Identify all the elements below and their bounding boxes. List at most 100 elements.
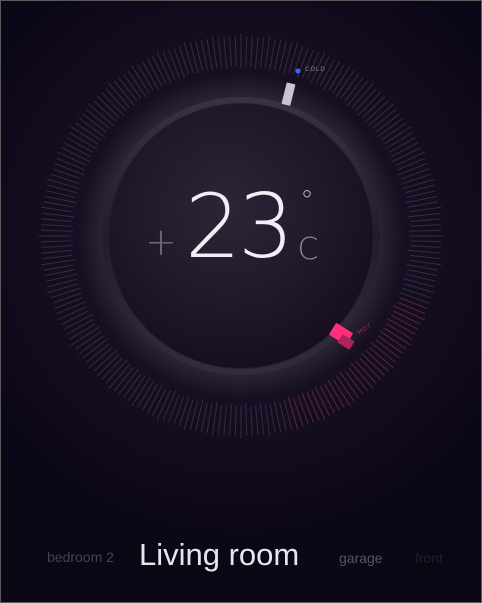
dial-tick: [234, 405, 237, 436]
dial-tick: [391, 147, 421, 163]
room-tab-living-room[interactable]: Living room: [139, 537, 299, 573]
dial-tick: [50, 173, 80, 184]
dial-tick: [223, 405, 227, 436]
dial-tick: [56, 157, 85, 171]
dial-tick: [388, 137, 416, 153]
dial-tick: [391, 314, 419, 330]
dial-tick: [408, 229, 441, 232]
dial-tick: [167, 394, 180, 423]
dial-tick: [311, 390, 326, 420]
dial-tick: [259, 37, 265, 68]
cold-label: COLD: [305, 67, 326, 73]
dial-tick: [402, 178, 435, 190]
dial-tick: [410, 224, 441, 227]
dial-tick: [61, 310, 89, 325]
dial-tick: [397, 162, 428, 176]
dial-tick: [402, 288, 432, 299]
dial-tick: [41, 245, 74, 248]
dial-tick: [324, 383, 340, 411]
dial-tick: [217, 404, 223, 435]
dial-tick: [66, 319, 94, 335]
dial-tick: [410, 245, 441, 248]
dial-tick: [409, 206, 442, 213]
dial-tick: [306, 392, 320, 421]
dial-tick: [408, 249, 441, 254]
dial-tick: [264, 404, 271, 437]
dial-tick: [405, 195, 438, 204]
room-selector[interactable]: bedroom 2 Living room garage front: [1, 531, 481, 581]
dial-tick: [406, 264, 439, 271]
dial-tick: [397, 157, 426, 171]
dial-tick: [399, 297, 428, 310]
dial-tick: [206, 38, 213, 71]
dial-tick: [142, 383, 158, 411]
dial-tick: [399, 291, 430, 304]
dial-tick: [234, 36, 237, 67]
thermostat-dial[interactable]: [1, 1, 481, 602]
dial-tick: [409, 254, 440, 260]
dial-tick: [306, 51, 320, 80]
dial-tick: [54, 297, 83, 310]
dial-tick: [42, 212, 75, 218]
dial-tick: [42, 254, 73, 260]
dial-tick: [173, 395, 185, 425]
dial-tick: [152, 388, 167, 416]
dial-tick: [162, 390, 177, 421]
dial-tick: [41, 240, 72, 243]
dial-tick: [52, 292, 82, 304]
dial-tick: [250, 36, 253, 67]
dial-tick: [255, 405, 259, 436]
room-tab-bedroom-2[interactable]: bedroom 2: [47, 549, 114, 565]
dial-tick: [173, 47, 186, 78]
dial-tick: [61, 147, 91, 163]
dial-tick: [167, 49, 180, 78]
dial-tick: [393, 305, 425, 321]
dial-tick: [43, 264, 74, 271]
dial-tick: [407, 212, 440, 218]
dial-tick: [245, 36, 248, 67]
dial-tick: [302, 49, 315, 78]
dial-tick: [229, 403, 232, 436]
dial-tick: [56, 300, 87, 315]
dial-tick: [44, 195, 77, 204]
dial-tick: [297, 395, 309, 425]
dial-tick: [52, 168, 82, 180]
dial-tick: [397, 301, 426, 315]
dial-tick: [40, 206, 73, 213]
dial-tick: [147, 58, 163, 86]
dial-tick: [206, 403, 213, 434]
dial-tick: [156, 390, 171, 420]
dial-tick: [41, 224, 72, 227]
temperature-unit: C: [297, 232, 319, 267]
dial-tick: [47, 178, 80, 190]
dial-tick: [200, 39, 208, 70]
room-tab-front[interactable]: front: [415, 550, 443, 566]
dial-tick: [259, 402, 265, 435]
dial-tick: [229, 36, 232, 67]
dial-tick: [43, 201, 74, 208]
dial-tick: [41, 229, 74, 232]
dial-tick: [50, 287, 82, 299]
dial-tick: [63, 142, 91, 158]
dial-tick: [407, 269, 438, 277]
dial-tick: [264, 35, 271, 68]
dial-tick: [162, 51, 176, 80]
dial-tick: [41, 218, 72, 222]
dial-tick: [254, 36, 259, 69]
dial-tick: [293, 397, 304, 427]
dial-tick: [66, 137, 94, 153]
dial-tick: [245, 403, 248, 436]
dial-tick: [152, 56, 167, 84]
dial-tick: [273, 400, 282, 433]
dial-tick: [41, 250, 72, 254]
room-tab-garage[interactable]: garage: [339, 550, 383, 566]
dial-tick: [269, 403, 276, 434]
dial-tick: [178, 395, 190, 427]
thermostat-screen: COLD HOT + 23 ° C bedroom 2 Living room …: [0, 0, 482, 603]
dial-tick: [391, 142, 419, 158]
dial-tick: [178, 45, 189, 75]
dial-tick: [211, 35, 218, 68]
dial-tick: [57, 151, 87, 166]
dial-tick: [395, 151, 425, 166]
dial-tick: [314, 386, 330, 416]
